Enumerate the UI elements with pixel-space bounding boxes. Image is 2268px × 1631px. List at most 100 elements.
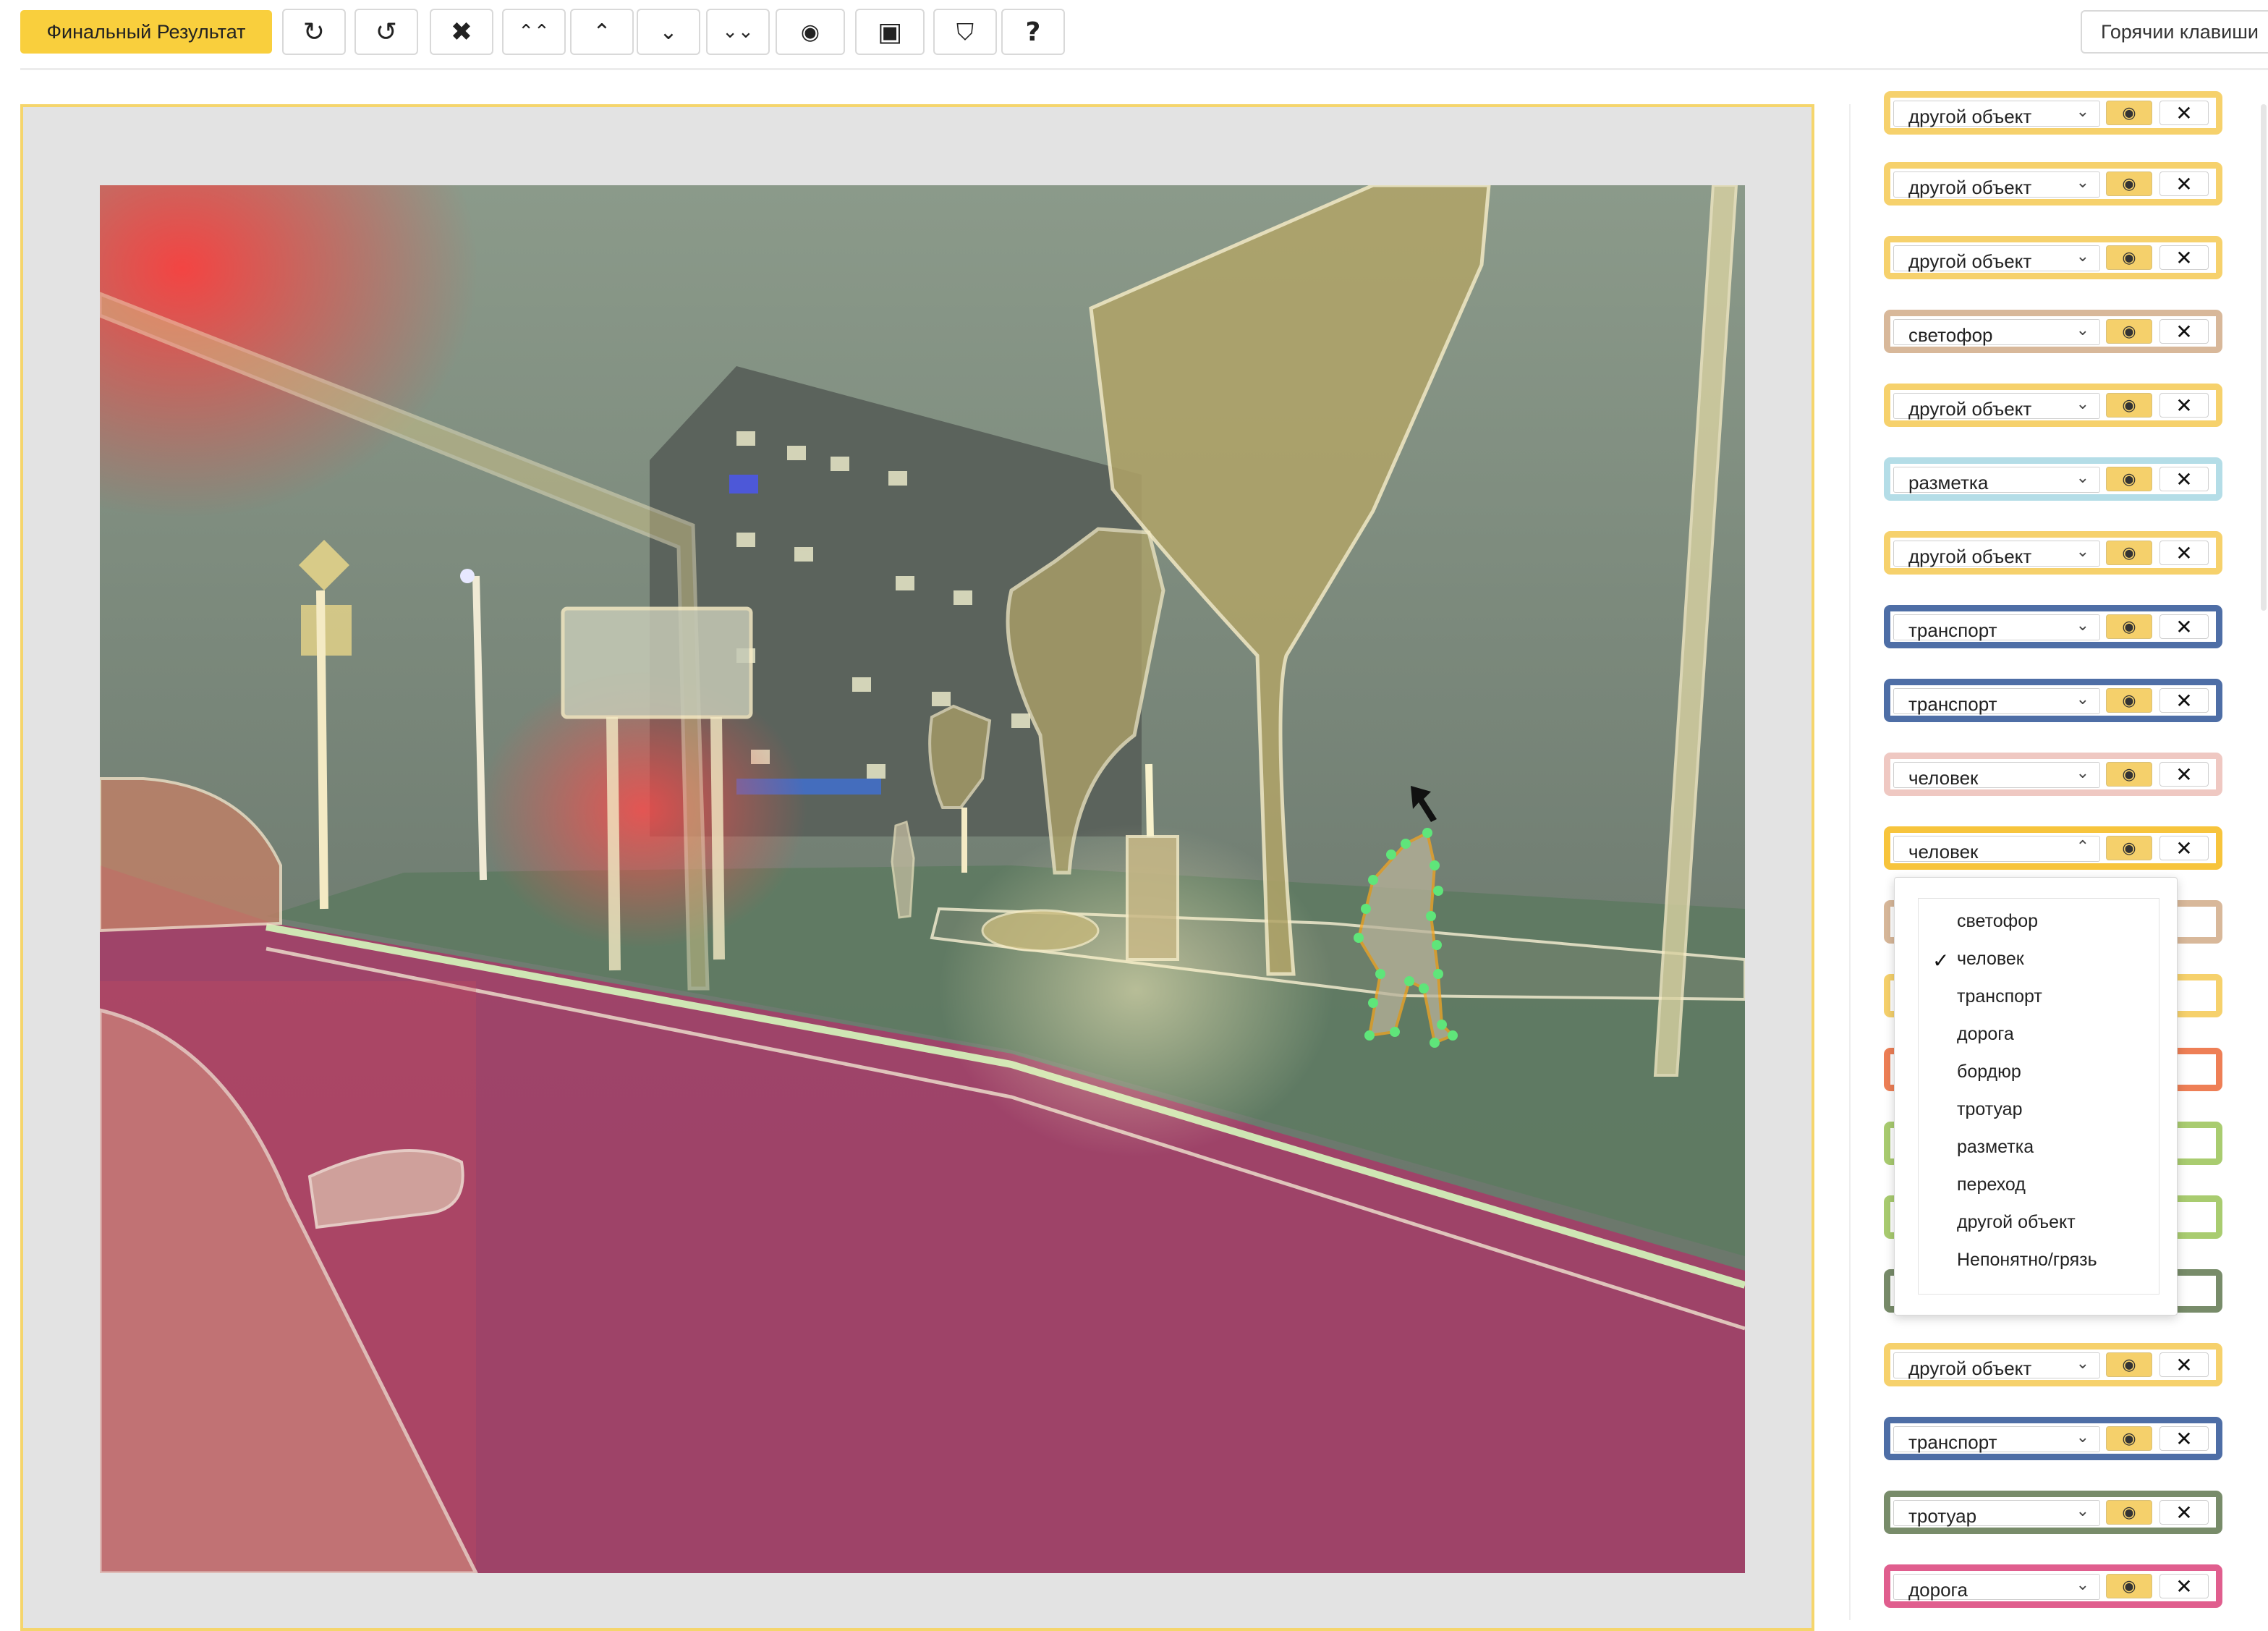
object-class-label: другой объект xyxy=(1908,1357,2032,1379)
chevron-down-icon: ⌄ xyxy=(2076,321,2089,339)
object-row[interactable]: дорога ⌄ ◉ ✕ xyxy=(1884,1564,2222,1608)
object-class-label: другой объект xyxy=(1908,250,2032,272)
object-row[interactable]: человек ⌄ ◉ ✕ xyxy=(1884,753,2222,796)
object-class-select[interactable]: транспорт ⌄ xyxy=(1893,614,2100,641)
delete-object-button[interactable]: ✕ xyxy=(2159,1574,2209,1598)
toggle-visibility-button[interactable]: ◉ xyxy=(2106,836,2152,860)
dropdown-option-perekhod[interactable]: переход xyxy=(1957,1174,2026,1195)
delete-object-button[interactable]: ✕ xyxy=(2159,101,2209,125)
object-row[interactable]: другой объект ⌄ ◉ ✕ xyxy=(1884,384,2222,427)
toggle-visibility-button[interactable]: ◉ xyxy=(2106,541,2152,565)
toggle-visibility-button[interactable]: ◉ xyxy=(2106,1574,2152,1598)
eye-icon: ◉ xyxy=(2122,1355,2136,1374)
object-row[interactable]: светофор ⌄ ◉ ✕ xyxy=(1884,310,2222,353)
dropdown-option-chelovek[interactable]: человек xyxy=(1957,949,2024,970)
delete-object-button[interactable]: ✕ xyxy=(2159,319,2209,344)
toggle-visibility-button[interactable]: ◉ xyxy=(2106,101,2152,125)
dropdown-option-drugoy-obekt[interactable]: другой объект xyxy=(1957,1212,2076,1233)
move-top-button[interactable]: ⌃⌃ xyxy=(502,9,566,55)
delete-object-button[interactable]: ✕ xyxy=(2159,541,2209,565)
annotated-photo[interactable] xyxy=(100,185,1745,1573)
panel-scrollbar[interactable] xyxy=(2261,104,2267,611)
move-bottom-button[interactable]: ⌄⌄ xyxy=(706,9,770,55)
object-class-select[interactable]: другой объект ⌄ xyxy=(1893,245,2100,272)
toggle-visibility-button[interactable]: ◉ xyxy=(2106,1426,2152,1451)
shield-button[interactable]: ⛉ xyxy=(933,9,997,55)
object-class-select[interactable]: человек ⌃ xyxy=(1893,836,2100,863)
final-result-button[interactable]: Финальный Результат xyxy=(20,10,272,54)
toggle-visibility-button[interactable]: ◉ xyxy=(2106,762,2152,787)
toggle-visibility-button[interactable]: ◉ xyxy=(2106,688,2152,713)
object-row[interactable]: другой объект ⌄ ◉ ✕ xyxy=(1884,236,2222,279)
delete-object-button[interactable]: ✕ xyxy=(2159,393,2209,418)
dropdown-option-doroga[interactable]: дорога xyxy=(1957,1024,2014,1045)
redo-button[interactable]: ↻ xyxy=(282,9,346,55)
object-class-select[interactable]: другой объект ⌄ xyxy=(1893,1352,2100,1379)
delete-object-button[interactable]: ✕ xyxy=(2159,688,2209,713)
toggle-visibility-button[interactable]: ◉ xyxy=(2106,171,2152,196)
object-row[interactable]: транспорт ⌄ ◉ ✕ xyxy=(1884,605,2222,648)
eye-icon: ◉ xyxy=(2122,174,2136,193)
object-class-label: транспорт xyxy=(1908,693,1997,715)
object-class-select[interactable]: другой объект ⌄ xyxy=(1893,541,2100,567)
dropdown-option-trotuar[interactable]: тротуар xyxy=(1957,1099,2022,1120)
object-class-select[interactable]: разметка ⌄ xyxy=(1893,467,2100,493)
chevron-down-icon: ⌄ xyxy=(2076,690,2089,708)
delete-object-button[interactable]: ✕ xyxy=(2159,171,2209,196)
object-class-select[interactable]: транспорт ⌄ xyxy=(1893,1426,2100,1453)
object-class-select[interactable]: другой объект ⌄ xyxy=(1893,101,2100,127)
move-down-button[interactable]: ⌄ xyxy=(637,9,700,55)
eye-icon: ◉ xyxy=(2122,103,2136,122)
eye-icon: ◉ xyxy=(2122,1577,2136,1596)
delete-object-button[interactable]: ✕ xyxy=(2159,614,2209,639)
object-class-select[interactable]: человек ⌄ xyxy=(1893,762,2100,789)
toggle-visibility-button[interactable]: ◉ xyxy=(2106,319,2152,344)
toggle-visibility-button[interactable]: ◉ xyxy=(2106,614,2152,639)
delete-object-button[interactable]: ✕ xyxy=(2159,1500,2209,1525)
object-class-select[interactable]: светофор ⌄ xyxy=(1893,319,2100,346)
delete-object-button[interactable]: ✕ xyxy=(2159,836,2209,860)
object-class-label: светофор xyxy=(1908,324,1993,346)
toggle-visibility-button[interactable]: ◉ xyxy=(2106,393,2152,418)
eye-icon: ◉ xyxy=(2122,765,2136,784)
move-up-button[interactable]: ⌃ xyxy=(570,9,634,55)
delete-object-button[interactable]: ✕ xyxy=(2159,1352,2209,1377)
object-row[interactable]: человек ⌃ ◉ ✕ xyxy=(1884,826,2222,870)
object-class-select[interactable]: другой объект ⌄ xyxy=(1893,171,2100,198)
toggle-image-button[interactable]: ▣ xyxy=(855,9,925,55)
object-row[interactable]: другой объект ⌄ ◉ ✕ xyxy=(1884,162,2222,206)
close-icon: ✕ xyxy=(2175,467,2193,491)
dropdown-option-svetofor[interactable]: светофор xyxy=(1957,911,2038,932)
object-class-select[interactable]: другой объект ⌄ xyxy=(1893,393,2100,420)
dropdown-option-razmetka[interactable]: разметка xyxy=(1957,1137,2034,1158)
delete-object-button[interactable]: ✕ xyxy=(2159,245,2209,270)
delete-object-button[interactable]: ✕ xyxy=(2159,1426,2209,1451)
object-class-select[interactable]: дорога ⌄ xyxy=(1893,1574,2100,1601)
object-row[interactable]: тротуар ⌄ ◉ ✕ xyxy=(1884,1491,2222,1534)
object-row[interactable]: транспорт ⌄ ◉ ✕ xyxy=(1884,679,2222,722)
hide-all-button[interactable]: ◉ xyxy=(776,9,845,55)
object-class-select[interactable]: транспорт ⌄ xyxy=(1893,688,2100,715)
dropdown-option-bordyur[interactable]: бордюр xyxy=(1957,1062,2021,1083)
undo-button[interactable]: ↺ xyxy=(354,9,418,55)
help-button[interactable]: ? xyxy=(1001,9,1065,55)
object-row[interactable]: другой объект ⌄ ◉ ✕ xyxy=(1884,1343,2222,1386)
hotkeys-button[interactable]: Горячии клавиши xyxy=(2081,10,2268,54)
delete-object-button[interactable]: ✕ xyxy=(2159,762,2209,787)
close-button[interactable]: ✖ xyxy=(430,9,493,55)
utility-box-region xyxy=(1126,835,1179,961)
toggle-visibility-button[interactable]: ◉ xyxy=(2106,245,2152,270)
eye-icon: ◉ xyxy=(2122,691,2136,710)
toggle-visibility-button[interactable]: ◉ xyxy=(2106,1352,2152,1377)
delete-object-button[interactable]: ✕ xyxy=(2159,467,2209,491)
object-row[interactable]: разметка ⌄ ◉ ✕ xyxy=(1884,457,2222,501)
chevron-down-icon: ⌄ xyxy=(659,19,678,45)
object-row[interactable]: транспорт ⌄ ◉ ✕ xyxy=(1884,1417,2222,1460)
object-row[interactable]: другой объект ⌄ ◉ ✕ xyxy=(1884,91,2222,135)
toggle-visibility-button[interactable]: ◉ xyxy=(2106,467,2152,491)
object-row[interactable]: другой объект ⌄ ◉ ✕ xyxy=(1884,531,2222,575)
dropdown-option-transport[interactable]: транспорт xyxy=(1957,986,2042,1007)
dropdown-option-neponyatno[interactable]: Непонятно/грязь xyxy=(1957,1250,2097,1271)
toggle-visibility-button[interactable]: ◉ xyxy=(2106,1500,2152,1525)
object-class-select[interactable]: тротуар ⌄ xyxy=(1893,1500,2100,1527)
